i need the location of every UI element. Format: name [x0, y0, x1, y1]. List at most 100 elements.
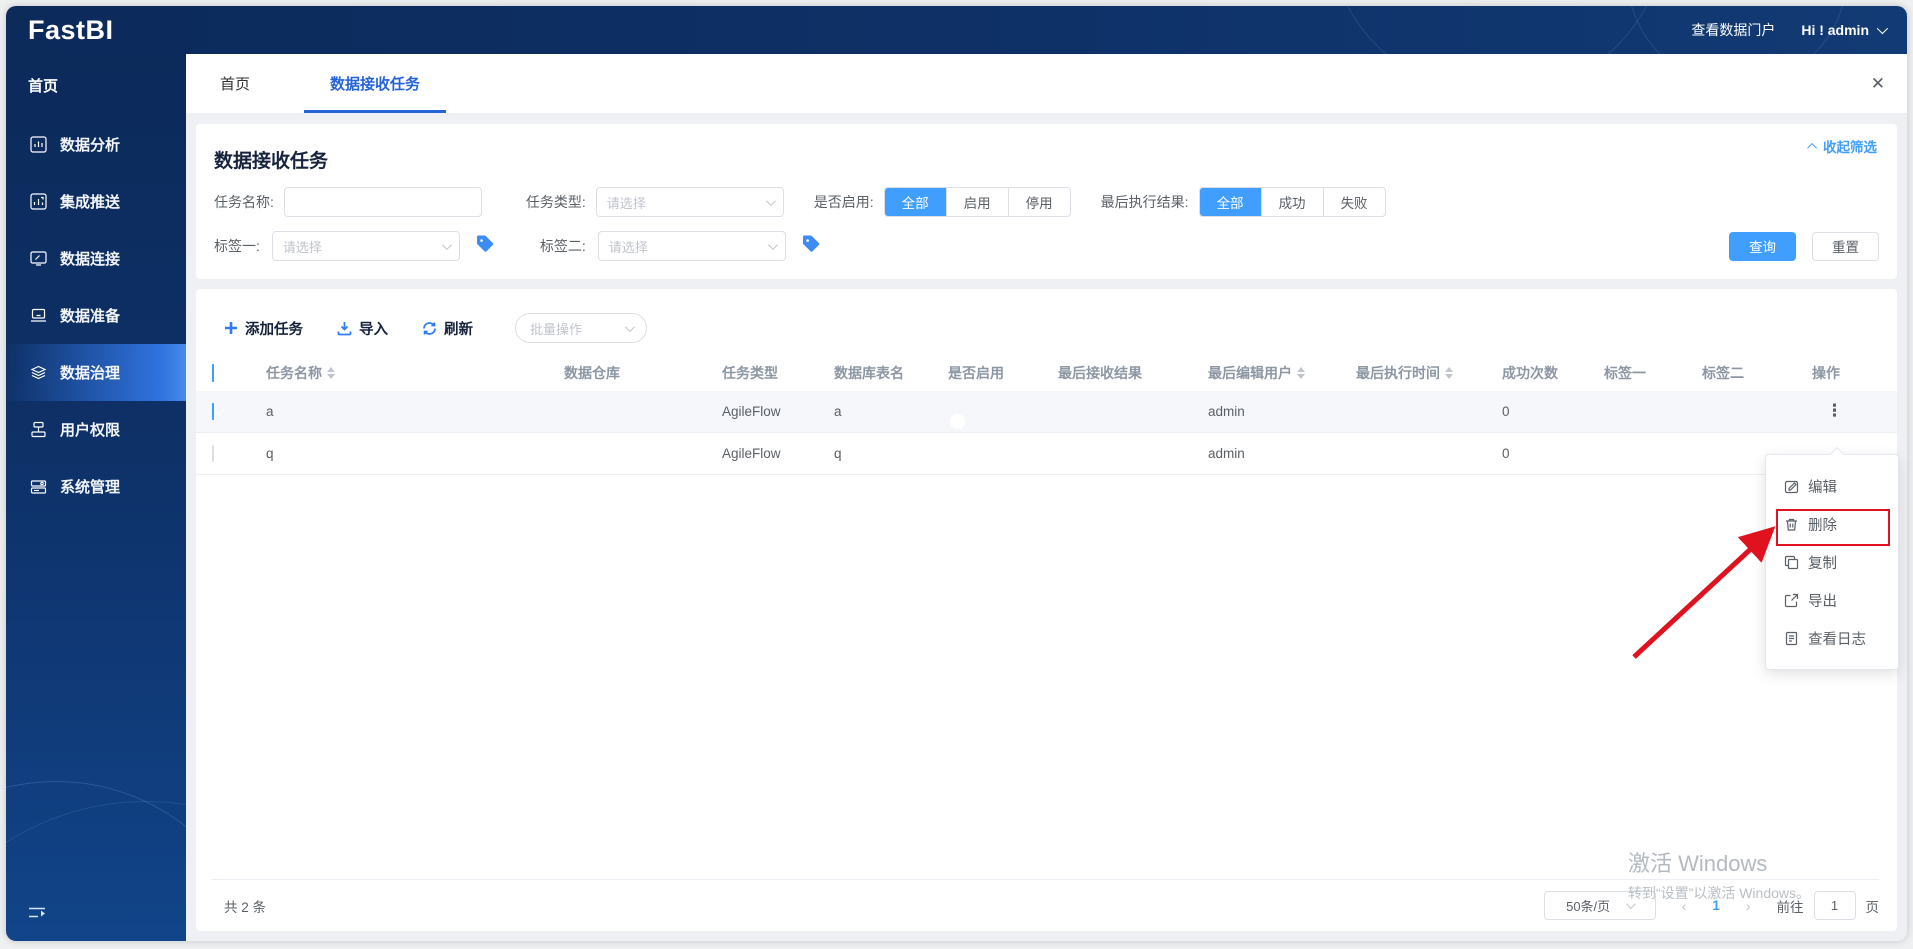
enabled-option-all[interactable]: 全部 [884, 188, 946, 216]
sidebar-item-data-connection[interactable]: 数据连接 [6, 230, 186, 287]
copy-icon [1784, 555, 1799, 569]
sidebar-item-user-permissions[interactable]: 用户权限 [6, 401, 186, 458]
tag-manage-button[interactable] [474, 233, 496, 260]
app-header: FastBI 查看数据门户 Hi ! admin [6, 6, 1907, 54]
total-count: 共 2 条 [224, 899, 267, 915]
column-header: 任务类型 [722, 365, 778, 381]
user-card-icon [31, 421, 46, 438]
decorative-arc [1327, 6, 1667, 54]
prev-page-button[interactable]: ‹ [1682, 898, 1687, 914]
cell-task-name: a [266, 404, 274, 419]
menu-item-delete[interactable]: 删除 [1766, 505, 1898, 543]
menu-item-copy[interactable]: 复制 [1766, 543, 1898, 581]
sidebar-item-label: 数据准备 [60, 308, 121, 325]
export-icon [1784, 593, 1799, 607]
sort-icon[interactable] [327, 367, 335, 379]
enabled-option-off[interactable]: 停用 [1007, 188, 1070, 216]
content-area: 收起筛选 数据接收任务 任务名称: 任务类型: 请选择 是否启用: 全部 启用 … [186, 114, 1907, 941]
result-option-success[interactable]: 成功 [1260, 188, 1323, 216]
search-button[interactable]: 查询 [1729, 231, 1796, 261]
column-header: 最后接收结果 [1058, 365, 1142, 381]
table-toolbar: 添加任务 导入 刷新 批量操作 [224, 307, 1879, 349]
page-size-select[interactable]: 50条/页 [1543, 891, 1656, 920]
sidebar-item-label: 集成推送 [60, 194, 121, 211]
result-option-all[interactable]: 全部 [1199, 188, 1261, 216]
filter-row-1: 任务名称: 任务类型: 请选择 是否启用: 全部 启用 停用 最后执行结果: 全… [214, 187, 1879, 217]
user-greeting: Hi ! admin [1801, 22, 1869, 38]
menu-item-label: 编辑 [1808, 479, 1837, 496]
table-row[interactable]: a AgileFlow a admin 0 ⋮ [196, 391, 1897, 433]
edit-icon [1784, 480, 1799, 493]
menu-item-export[interactable]: 导出 [1766, 581, 1898, 619]
select-all-checkbox[interactable] [212, 364, 214, 382]
cell-task-name: q [266, 446, 274, 461]
refresh-label: 刷新 [444, 321, 473, 338]
tag2-select[interactable]: 请选择 [597, 231, 786, 261]
task-name-input[interactable] [283, 187, 482, 217]
next-page-button[interactable]: › [1746, 898, 1751, 914]
view-data-portal-link[interactable]: 查看数据门户 [1691, 20, 1775, 40]
result-option-fail[interactable]: 失败 [1322, 188, 1385, 216]
refresh-button[interactable]: 刷新 [422, 318, 473, 339]
goto-page-input[interactable] [1813, 891, 1856, 920]
table-row[interactable]: q AgileFlow q admin 0 [196, 433, 1897, 475]
cell-table-name: a [834, 404, 842, 419]
add-task-button[interactable]: 添加任务 [224, 318, 303, 339]
menu-item-view-logs[interactable]: 查看日志 [1766, 619, 1898, 657]
sidebar-item-data-preparation[interactable]: 数据准备 [6, 287, 186, 344]
tab-data-receive-tasks[interactable]: 数据接收任务 [304, 54, 447, 113]
system-card-icon [30, 480, 47, 494]
batch-operation-select[interactable]: 批量操作 [515, 313, 647, 343]
row-actions-menu-button[interactable]: ⋮ [1812, 401, 1843, 420]
page-size-value: 50条/页 [1566, 899, 1611, 914]
tab-home[interactable]: 首页 [214, 54, 256, 113]
menu-item-label: 查看日志 [1808, 631, 1866, 648]
row-checkbox[interactable] [212, 445, 214, 462]
close-tab-icon[interactable]: ✕ [1871, 74, 1885, 94]
column-header: 操作 [1812, 365, 1840, 381]
column-header: 数据仓库 [564, 365, 620, 381]
add-task-label: 添加任务 [245, 321, 303, 338]
sidebar-item-label: 用户权限 [60, 422, 121, 439]
cell-task-type: AgileFlow [722, 446, 781, 461]
sort-icon[interactable] [1445, 367, 1453, 379]
user-menu[interactable]: Hi ! admin [1801, 22, 1889, 38]
column-header: 最后编辑用户 [1208, 365, 1292, 381]
tag-manage-button[interactable] [800, 233, 822, 260]
reset-button[interactable]: 重置 [1812, 231, 1879, 261]
log-icon [1785, 631, 1798, 645]
task-type-select[interactable]: 请选择 [595, 187, 784, 217]
bar-chart-icon [30, 136, 47, 153]
refresh-icon [423, 321, 436, 335]
menu-item-edit[interactable]: 编辑 [1766, 467, 1898, 505]
column-header: 是否启用 [948, 365, 1004, 381]
chevron-down-icon [441, 239, 452, 250]
sidebar-item-data-analysis[interactable]: 数据分析 [6, 116, 186, 173]
collapse-sidebar-button[interactable] [28, 905, 50, 925]
sort-icon[interactable] [1297, 367, 1305, 379]
tag1-select[interactable]: 请选择 [271, 231, 460, 261]
result-segmented-control: 全部 成功 失败 [1198, 187, 1386, 217]
sidebar-item-system-management[interactable]: 系统管理 [6, 458, 186, 515]
page-number[interactable]: 1 [1712, 898, 1720, 913]
sidebar-item-label: 首页 [28, 77, 59, 95]
row-checkbox[interactable] [212, 403, 214, 420]
app-window: FastBI 查看数据门户 Hi ! admin 首页 数据分析 集成推送 数据… [6, 6, 1907, 941]
select-placeholder: 请选择 [282, 239, 322, 255]
import-button[interactable]: 导入 [337, 318, 388, 339]
sidebar-item-integration-push[interactable]: 集成推送 [6, 173, 186, 230]
cell-task-type: AgileFlow [722, 404, 781, 419]
enabled-option-on[interactable]: 启用 [945, 188, 1008, 216]
sidebar-item-label: 数据分析 [60, 137, 121, 154]
sidebar-item-home[interactable]: 首页 [6, 54, 186, 116]
tag-icon [802, 235, 819, 252]
cell-last-editor: admin [1208, 404, 1245, 419]
enabled-segmented-control: 全部 启用 停用 [883, 187, 1071, 217]
collapse-filters-link[interactable]: 收起筛选 [1807, 136, 1877, 156]
row-actions-context-menu: 编辑 删除 复制 导出 查看日志 [1765, 446, 1899, 670]
column-header: 标签一 [1604, 365, 1646, 381]
column-header: 最后执行时间 [1356, 365, 1440, 381]
sidebar-item-data-governance[interactable]: 数据治理 [6, 344, 186, 401]
task-type-label: 任务类型: [525, 194, 586, 210]
table-footer: 共 2 条 50条/页 ‹ 1 › 前往 1 页 [212, 879, 1879, 931]
